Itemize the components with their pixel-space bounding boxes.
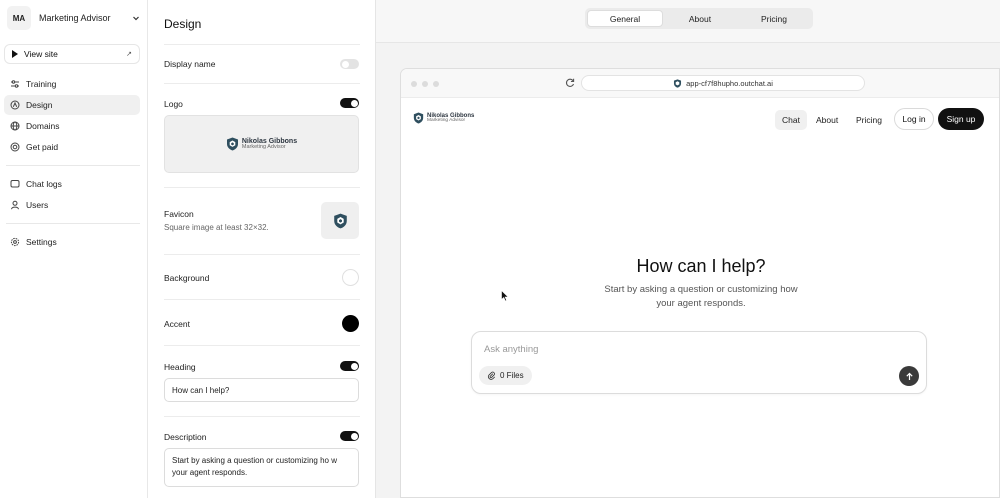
page-title: Design — [164, 17, 202, 31]
description-toggle[interactable] — [340, 431, 359, 441]
heading-label: Heading — [164, 362, 196, 372]
chat-heading: How can I help? — [636, 256, 766, 276]
sidebar-item-label: Training — [26, 79, 57, 89]
sidebar-item-get-paid[interactable]: Get paid — [4, 137, 140, 157]
preview-topbar: General About Pricing — [376, 0, 1000, 43]
sidebar-item-label: Domains — [26, 121, 60, 131]
attach-files-button[interactable]: 0 Files — [479, 366, 532, 385]
display-name-toggle[interactable] — [340, 59, 359, 69]
send-button[interactable] — [899, 366, 919, 386]
chat-description: Start by asking a question or customizin… — [604, 284, 798, 309]
site-nav-chat[interactable]: Chat — [775, 110, 807, 130]
shield-icon — [226, 137, 238, 151]
logo-toggle[interactable] — [340, 98, 359, 108]
sidebar-item-domains[interactable]: Domains — [4, 116, 140, 136]
favicon-label: Favicon — [164, 209, 194, 219]
logo-brand-sub: Marketing Advisor — [241, 143, 286, 150]
globe-icon — [10, 121, 20, 131]
login-button[interactable]: Log in — [894, 108, 934, 130]
tab-pricing[interactable]: Pricing — [737, 10, 811, 27]
workspace-switcher[interactable]: MA Marketing Advisor — [7, 5, 141, 31]
site-logo[interactable]: Nikolas Gibbons Marketing Advisor — [413, 112, 474, 124]
design-panel: Design Display name Logo Nikolas Gibbons… — [148, 0, 376, 498]
reload-icon[interactable] — [564, 77, 576, 89]
accent-label: Accent — [164, 319, 190, 329]
logo-upload[interactable]: Nikolas Gibbons Marketing Advisor — [164, 115, 359, 173]
gear-icon — [10, 237, 20, 247]
chevron-down-icon — [131, 13, 141, 23]
sidebar-item-label: Design — [26, 100, 53, 110]
tab-general[interactable]: General — [587, 10, 663, 27]
shield-icon — [333, 213, 347, 228]
description-label: Description — [164, 432, 207, 442]
sidebar-item-training[interactable]: Training — [4, 74, 140, 94]
sliders-icon — [11, 80, 19, 88]
heading-toggle[interactable] — [340, 361, 359, 371]
url-text: app-cf7f8hupho.outchat.ai — [686, 78, 773, 88]
sidebar-item-label: Get paid — [26, 142, 59, 152]
chat-input-placeholder[interactable]: Ask anything — [484, 344, 538, 355]
divider — [164, 254, 360, 255]
divider — [164, 345, 360, 346]
browser-chrome: app-cf7f8hupho.outchat.ai — [401, 69, 999, 98]
divider — [164, 187, 360, 188]
sidebar-item-settings[interactable]: Settings — [4, 232, 140, 252]
arrow-up-icon — [905, 372, 913, 380]
sidebar-item-label: Settings — [26, 237, 57, 247]
address-bar[interactable]: app-cf7f8hupho.outchat.ai — [581, 75, 865, 91]
preview-tabs: General About Pricing — [585, 8, 813, 29]
external-link-icon: ↗ — [126, 51, 132, 58]
preview-area: General About Pricing app-cf7f8hupho.out… — [376, 0, 1000, 498]
sidebar-item-users[interactable]: Users — [4, 195, 140, 215]
sidebar-item-label: Chat logs — [26, 179, 62, 189]
accent-color-swatch[interactable] — [342, 315, 359, 332]
sidebar: MA Marketing Advisor View site ↗ Trainin… — [0, 0, 148, 498]
site-nav-about[interactable]: About — [809, 110, 845, 130]
files-count: 0 Files — [500, 371, 524, 380]
sidebar-item-chat-logs[interactable]: Chat logs — [4, 174, 140, 194]
divider — [164, 83, 360, 84]
chat-input-box[interactable]: Ask anything 0 Files — [471, 331, 927, 394]
signup-button[interactable]: Sign up — [938, 108, 984, 130]
workspace-avatar: MA — [7, 6, 31, 30]
sidebar-divider — [6, 165, 140, 166]
sidebar-item-design[interactable]: Design — [4, 95, 140, 115]
favicon-upload[interactable] — [321, 202, 359, 239]
chat-icon — [10, 180, 20, 188]
window-dot — [433, 81, 439, 87]
coin-icon — [10, 142, 20, 152]
background-label: Background — [164, 273, 210, 283]
shield-icon — [674, 78, 682, 88]
user-icon — [11, 200, 19, 210]
divider — [164, 299, 360, 300]
workspace-name: Marketing Advisor — [39, 13, 111, 23]
sidebar-item-label: Users — [26, 200, 49, 210]
play-icon — [12, 50, 18, 58]
display-name-label: Display name — [164, 59, 216, 69]
shield-icon — [413, 112, 424, 124]
palette-icon — [10, 100, 20, 110]
site-brand-sub: Marketing Advisor — [427, 117, 466, 123]
background-color-swatch[interactable] — [342, 269, 359, 286]
description-textarea[interactable]: Start by asking a question or customizin… — [164, 448, 359, 487]
window-dot — [411, 81, 417, 87]
paperclip-icon — [488, 371, 496, 380]
view-site-label: View site — [24, 49, 58, 59]
site-nav-pricing[interactable]: Pricing — [849, 110, 889, 130]
browser-preview: app-cf7f8hupho.outchat.ai Nikolas Gibbon… — [400, 68, 1000, 498]
tab-about[interactable]: About — [663, 10, 737, 27]
mouse-cursor-icon — [501, 290, 509, 302]
view-site-button[interactable]: View site ↗ — [4, 44, 140, 64]
brand-logo: Nikolas Gibbons Marketing Advisor — [226, 137, 297, 151]
favicon-hint: Square image at least 32×32. — [164, 223, 269, 232]
divider — [164, 44, 360, 45]
sidebar-divider — [6, 223, 140, 224]
logo-label: Logo — [164, 99, 183, 109]
window-dot — [422, 81, 428, 87]
heading-input[interactable]: How can I help? — [164, 378, 359, 402]
site-header: Nikolas Gibbons Marketing Advisor Chat A… — [401, 98, 999, 142]
divider — [164, 416, 360, 417]
